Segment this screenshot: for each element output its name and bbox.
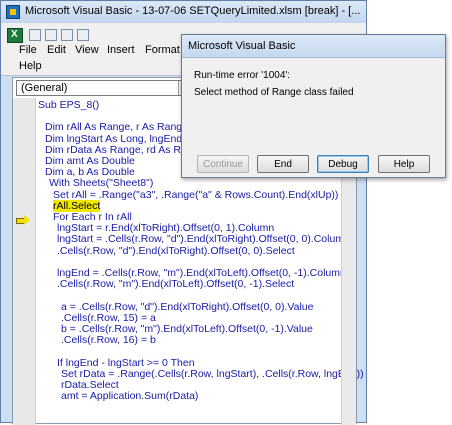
menu-insert[interactable]: Insert xyxy=(107,44,135,56)
end-button[interactable]: End xyxy=(257,155,309,173)
window-title: Microsoft Visual Basic - 13-07-06 SETQue… xyxy=(25,5,361,17)
code-line[interactable]: .Cells(r.Row, 16) = b xyxy=(61,335,156,346)
menu-file[interactable]: File xyxy=(19,44,37,56)
vba-app-icon xyxy=(6,5,20,19)
dialog-title: Microsoft Visual Basic xyxy=(188,40,296,52)
excel-icon[interactable] xyxy=(7,28,23,43)
help-button[interactable]: Help xyxy=(378,155,430,173)
breakpoint-margin[interactable] xyxy=(13,98,36,425)
continue-button: Continue xyxy=(197,155,249,173)
error-message: Select method of Range class failed xyxy=(194,87,354,98)
object-dropdown-value: (General) xyxy=(21,82,68,94)
code-line[interactable]: .Cells(r.Row, "m").End(xlToLeft).Offset(… xyxy=(57,279,294,290)
execution-pointer-icon xyxy=(16,215,30,225)
code-line[interactable]: Sub EPS_8() xyxy=(38,99,99,111)
menu-view[interactable]: View xyxy=(75,44,99,56)
cut-icon[interactable] xyxy=(77,29,89,41)
menu-help[interactable]: Help xyxy=(19,60,42,72)
menu-format[interactable]: Format xyxy=(145,44,180,56)
object-dropdown[interactable]: (General) ▼ xyxy=(16,80,194,96)
title-bar[interactable]: Microsoft Visual Basic - 13-07-06 SETQue… xyxy=(1,1,366,23)
error-number: Run-time error '1004': xyxy=(194,70,291,81)
insert-module-icon[interactable] xyxy=(45,29,57,41)
menu-edit[interactable]: Edit xyxy=(47,44,66,56)
code-line[interactable]: .Cells(r.Row, "d").End(xlToRight).Offset… xyxy=(57,245,295,257)
view-object-icon[interactable] xyxy=(29,29,41,41)
debug-button[interactable]: Debug xyxy=(317,155,369,173)
dialog-title-bar[interactable]: Microsoft Visual Basic xyxy=(182,35,445,58)
save-icon[interactable] xyxy=(61,29,73,41)
runtime-error-dialog: Microsoft Visual Basic Run-time error '1… xyxy=(181,34,446,178)
code-line[interactable]: amt = Application.Sum(rData) xyxy=(61,391,198,402)
